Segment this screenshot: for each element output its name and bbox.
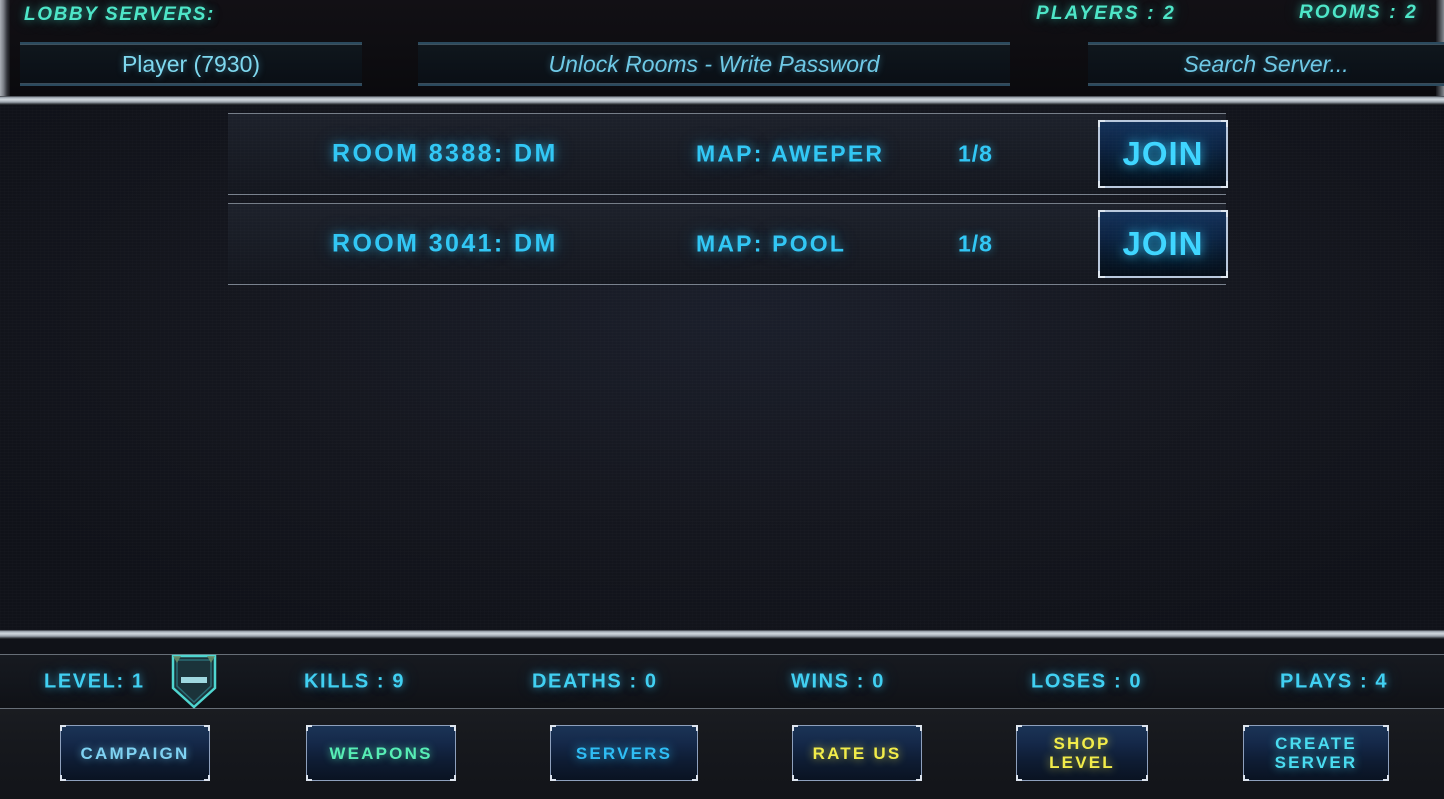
campaign-button-label: CAMPAIGN — [80, 743, 190, 763]
corner-bracket-icon — [550, 725, 556, 731]
corner-bracket-icon — [1221, 120, 1228, 127]
create-server-button-label: CREATE SERVER — [1274, 734, 1358, 772]
rate-us-button-label: RATE US — [812, 743, 902, 763]
footer-divider — [0, 630, 1444, 639]
corner-bracket-icon — [550, 775, 556, 781]
corner-bracket-icon — [1098, 271, 1105, 278]
corner-bracket-icon — [204, 725, 210, 731]
room-map-label: MAP: AWEPER — [696, 140, 885, 167]
corner-bracket-icon — [204, 775, 210, 781]
game-lobby-screen: LOBBY SERVERS: PLAYERS : 2 ROOMS : 2 Pla… — [0, 0, 1444, 799]
stat-loses: LOSES : 0 — [1031, 670, 1143, 692]
players-count-label: PLAYERS : 2 — [1036, 3, 1176, 24]
room-name-label: ROOM 3041: DM — [332, 229, 558, 258]
corner-bracket-icon — [1221, 210, 1228, 217]
room-slots-label: 1/8 — [958, 230, 993, 257]
join-button-label: JOIN — [1122, 135, 1204, 172]
room-name-label: ROOM 8388: DM — [332, 139, 558, 168]
corner-bracket-icon — [1142, 775, 1148, 781]
bottom-navigation-bar: CAMPAIGN WEAPONS SERVERS RATE US SHOP LE… — [0, 709, 1444, 799]
create-server-button[interactable]: CREATE SERVER — [1243, 725, 1389, 781]
stat-wins: WINS : 0 — [791, 670, 885, 692]
servers-button-label: SERVERS — [575, 743, 673, 763]
stat-deaths: DEATHS : 0 — [532, 670, 658, 692]
room-map-label: MAP: POOL — [696, 230, 847, 257]
table-row[interactable]: ROOM 8388: DM MAP: AWEPER 1/8 JOIN — [228, 113, 1228, 195]
search-server-input[interactable]: Search Server... — [1088, 42, 1444, 86]
corner-bracket-icon — [1383, 775, 1389, 781]
rate-us-button[interactable]: RATE US — [792, 725, 922, 781]
shop-level-button[interactable]: SHOP LEVEL — [1016, 725, 1148, 781]
corner-bracket-icon — [1243, 775, 1249, 781]
stat-level: LEVEL: 1 — [44, 670, 145, 692]
header-left-edge-decoration — [0, 0, 10, 96]
corner-bracket-icon — [692, 725, 698, 731]
unlock-password-placeholder: Unlock Rooms - Write Password — [548, 50, 880, 77]
player-name-input[interactable]: Player (7930) — [20, 42, 362, 86]
join-button[interactable]: JOIN — [1098, 120, 1228, 188]
room-slots-label: 1/8 — [958, 140, 993, 167]
corner-bracket-icon — [306, 725, 312, 731]
shield-rank-icon — [167, 652, 221, 710]
header-divider — [0, 96, 1444, 105]
corner-bracket-icon — [1221, 181, 1228, 188]
corner-bracket-icon — [792, 725, 798, 731]
corner-bracket-icon — [60, 775, 66, 781]
unlock-password-input[interactable]: Unlock Rooms - Write Password — [418, 42, 1010, 86]
corner-bracket-icon — [306, 775, 312, 781]
corner-bracket-icon — [450, 775, 456, 781]
corner-bracket-icon — [1016, 725, 1022, 731]
server-list-area: ROOM 8388: DM MAP: AWEPER 1/8 JOIN ROOM … — [0, 105, 1444, 630]
corner-bracket-icon — [1016, 775, 1022, 781]
table-row[interactable]: ROOM 3041: DM MAP: POOL 1/8 JOIN — [228, 203, 1228, 285]
room-list: ROOM 8388: DM MAP: AWEPER 1/8 JOIN ROOM … — [228, 113, 1228, 293]
corner-bracket-icon — [450, 725, 456, 731]
campaign-button[interactable]: CAMPAIGN — [60, 725, 210, 781]
servers-button[interactable]: SERVERS — [550, 725, 698, 781]
corner-bracket-icon — [1098, 181, 1105, 188]
weapons-button-label: WEAPONS — [329, 743, 433, 763]
corner-bracket-icon — [692, 775, 698, 781]
corner-bracket-icon — [1243, 725, 1249, 731]
corner-bracket-icon — [60, 725, 66, 731]
weapons-button[interactable]: WEAPONS — [306, 725, 456, 781]
stat-kills: KILLS : 9 — [304, 670, 406, 692]
corner-bracket-icon — [1221, 271, 1228, 278]
search-server-placeholder: Search Server... — [1183, 50, 1349, 77]
corner-bracket-icon — [916, 775, 922, 781]
corner-bracket-icon — [792, 775, 798, 781]
join-button-label: JOIN — [1122, 225, 1204, 262]
header-bar: LOBBY SERVERS: PLAYERS : 2 ROOMS : 2 Pla… — [0, 0, 1444, 96]
shop-level-button-label: SHOP LEVEL — [1049, 734, 1115, 772]
corner-bracket-icon — [1098, 210, 1105, 217]
rooms-count-label: ROOMS : 2 — [1299, 2, 1419, 23]
player-name-value: Player (7930) — [121, 50, 261, 77]
corner-bracket-icon — [1383, 725, 1389, 731]
stat-plays: PLAYS : 4 — [1280, 670, 1389, 692]
corner-bracket-icon — [1142, 725, 1148, 731]
page-title: LOBBY SERVERS: — [24, 4, 215, 25]
corner-bracket-icon — [1098, 120, 1105, 127]
join-button[interactable]: JOIN — [1098, 210, 1228, 278]
corner-bracket-icon — [916, 725, 922, 731]
